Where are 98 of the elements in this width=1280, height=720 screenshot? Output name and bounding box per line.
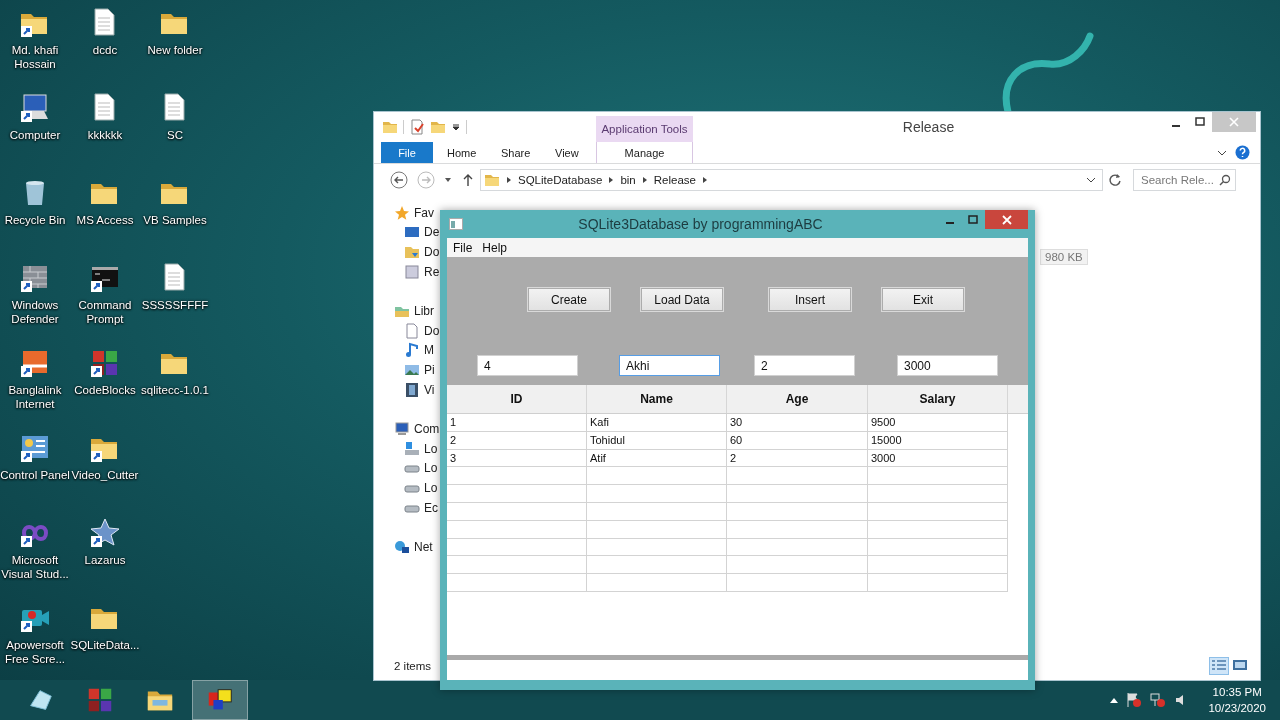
nav-item[interactable]: Net [414,540,433,555]
nav-item[interactable]: Pi [424,362,435,377]
network-icon[interactable] [1150,692,1167,708]
nav-item[interactable]: Re [424,264,440,279]
nav-item[interactable]: Vi [424,382,435,397]
table-cell: 9500 [868,414,1008,432]
maximize-icon [967,214,978,225]
table-cell: 3000 [868,449,1008,468]
document-icon [404,322,420,339]
ribbon-tab[interactable]: View [541,142,595,163]
network-icon [394,539,410,556]
table-cell: Tohidul [587,431,727,450]
input-field[interactable]: Akhi [619,355,720,376]
close-icon [1229,117,1239,127]
clock[interactable]: 10:35 PM 10/23/2020 [1208,684,1266,716]
thumbnail-view-icon[interactable] [1232,657,1248,673]
chevron-right-icon [506,176,512,184]
taskbar-button[interactable] [192,680,248,720]
star-icon[interactable] [88,516,122,550]
caret-icon[interactable] [444,176,452,184]
status-text: 2 items [394,660,432,672]
app-icon [449,218,463,230]
table-cell: 30 [727,414,868,432]
chevron-right-icon [641,176,648,184]
window-title: Release [901,118,956,137]
desktop-icon-label[interactable]: Banglalink Internet [0,383,73,411]
chevron-right-icon [701,176,708,184]
nav-item[interactable]: Fav [414,205,434,220]
chevron-down-icon[interactable] [1086,176,1096,184]
music-icon [404,342,420,359]
folder-icon [404,244,420,260]
menu-item[interactable]: Help [482,240,508,255]
chevron-up-icon[interactable] [1110,697,1119,703]
column-header[interactable]: Salary [868,385,1008,413]
chevron-right-icon [608,176,615,184]
input-field[interactable]: 2 [754,355,855,376]
nav-item[interactable]: Lo [424,461,438,476]
nav-item[interactable]: De [424,225,440,240]
close-button[interactable] [985,210,1028,229]
action-button[interactable]: Insert [769,288,851,311]
input-field[interactable]: 4 [477,355,578,376]
search-field[interactable]: Search Rele... [1133,169,1236,191]
maximize-icon [1195,117,1205,127]
action-button[interactable]: Create [528,288,610,311]
action-button[interactable]: Load Data [641,288,723,311]
video-icon [404,381,420,398]
table-cell: 15000 [868,431,1008,450]
search-icon[interactable] [1219,174,1231,186]
table-cell: 2 [727,449,868,468]
ribbon-tab[interactable]: Home [433,142,487,163]
help-icon[interactable] [1235,145,1250,160]
breadcrumb-item[interactable]: SQLiteDatabase [518,174,603,186]
desktop-icon-label[interactable]: Video_Cutter [67,468,143,482]
minimize-icon [1172,124,1180,127]
action-button[interactable]: Exit [882,288,964,311]
table-cell: 3 [447,449,587,468]
desktop-icon-label[interactable]: SQLiteData... [67,638,143,652]
window-title: SQLite3Database by programmingABC [577,216,824,232]
recent-icon [404,263,420,280]
context-tab-label: Application Tools [596,116,693,142]
breadcrumb-item[interactable]: Release [653,174,696,186]
column-header[interactable]: Age [727,385,868,413]
nav-item[interactable]: Do [424,323,440,338]
ribbon-tab[interactable]: Share [487,142,541,163]
nav-item[interactable]: Ec [424,500,438,515]
nav-item[interactable]: Do [424,245,440,259]
star-icon [394,204,410,221]
column-header[interactable]: ID [447,385,587,413]
minimize-icon [945,222,954,224]
flag-icon[interactable] [1126,692,1143,708]
refresh-icon[interactable] [1108,173,1122,187]
file-size: 980 KB [1040,249,1088,265]
table-cell: 2 [447,431,587,450]
close-icon [1001,214,1012,225]
nav-item[interactable]: M [424,343,434,358]
table-cell: 1 [447,414,587,432]
up-arrow-icon[interactable] [462,173,474,187]
nav-item[interactable]: Libr [414,304,434,319]
menu-item[interactable]: File [453,240,473,255]
file-tab[interactable]: File [381,142,433,163]
system-drive-icon [404,440,420,457]
nav-item[interactable]: Lo [424,441,438,456]
breadcrumb-item[interactable]: bin [620,174,636,186]
address-bar[interactable]: SQLiteDatabase bin Release [480,169,1103,191]
table-cell: Atif [587,449,727,468]
back-icon[interactable] [390,171,408,189]
column-header[interactable]: Name [587,385,727,413]
table-cell: 60 [727,431,868,450]
folder-icon [484,172,500,188]
caret-icon[interactable] [451,122,461,132]
nav-item[interactable]: Com [414,422,440,437]
desktop-icon-label[interactable]: sqlitecc-1.0.1 [137,383,213,397]
chevron-down-icon[interactable] [1217,148,1227,157]
properties-icon[interactable] [409,119,425,135]
input-field[interactable]: 3000 [897,355,998,376]
computer-icon [394,421,410,438]
nav-item[interactable]: Lo [424,480,438,495]
table-cell: Kafi [587,414,727,432]
